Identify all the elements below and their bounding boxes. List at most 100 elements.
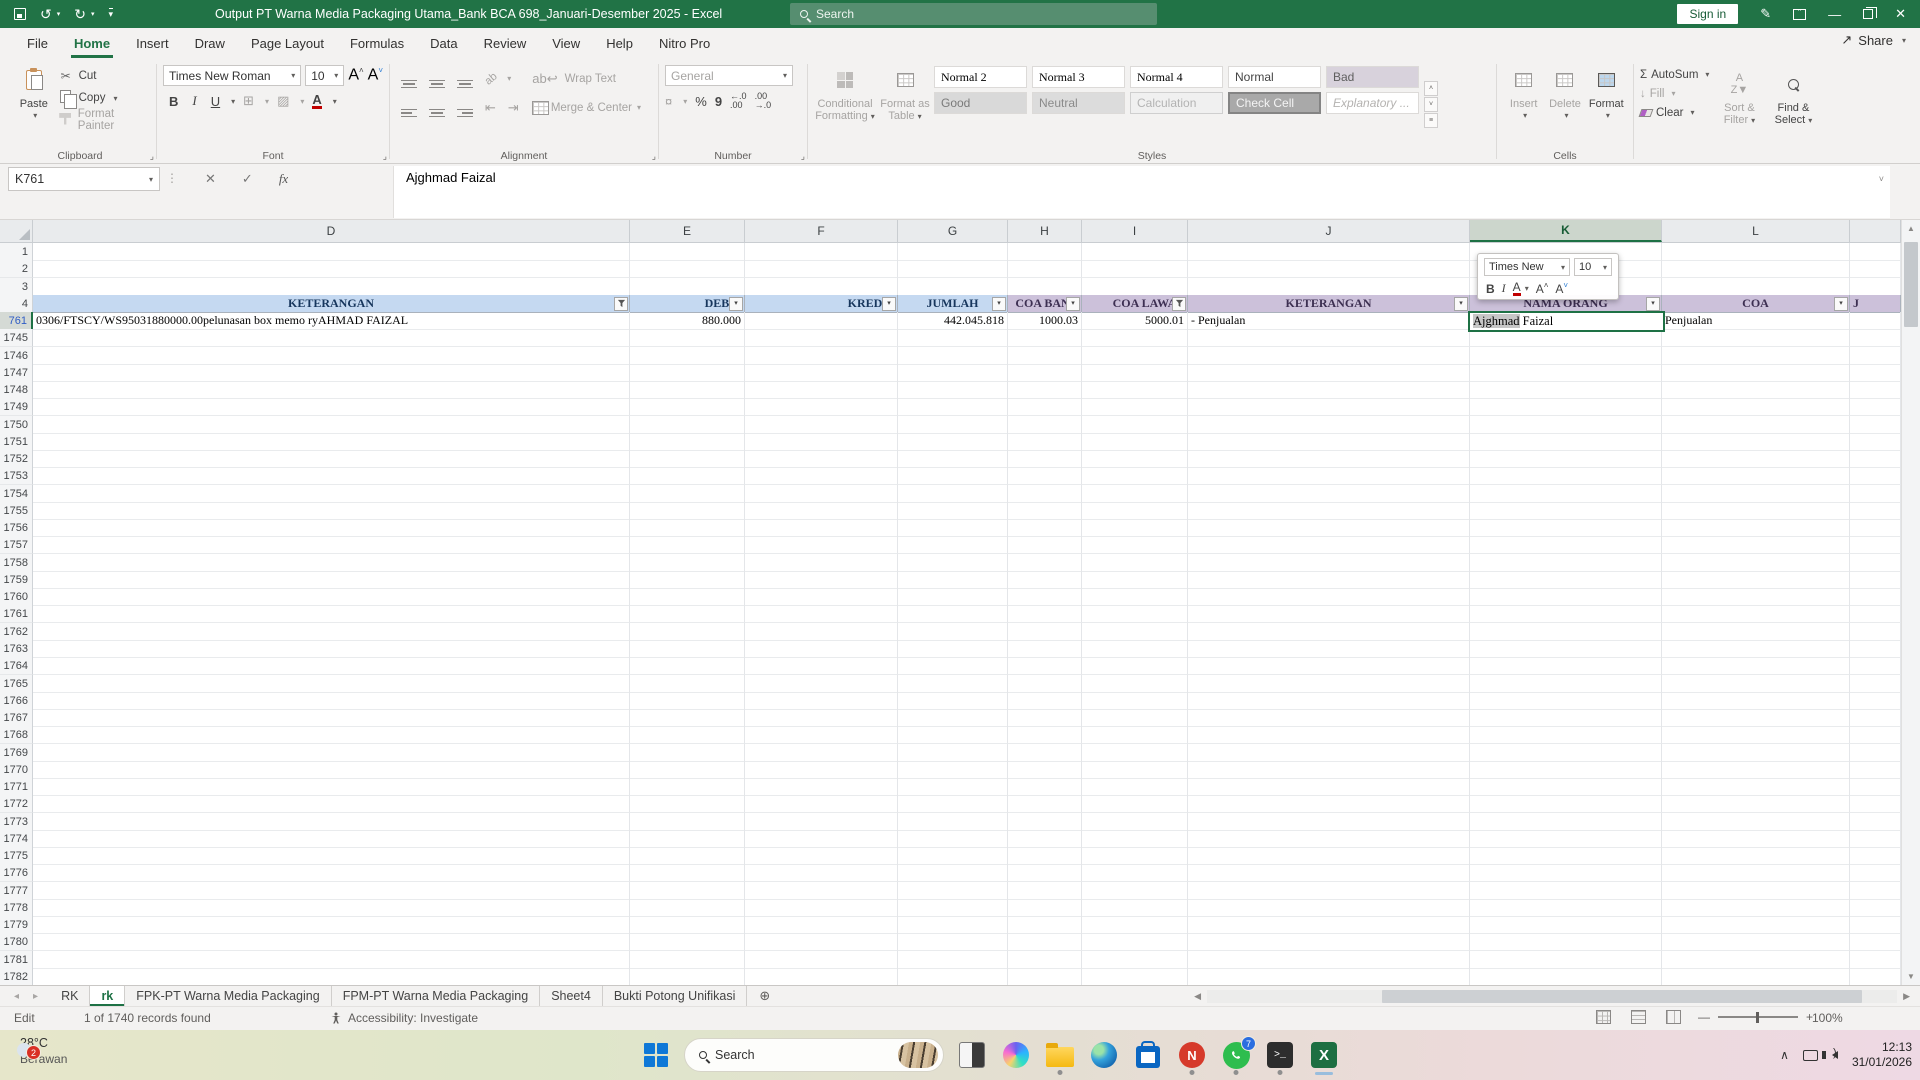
cell-I1778[interactable] bbox=[1082, 899, 1188, 917]
row-number-1745[interactable]: 1745 bbox=[0, 329, 33, 347]
row-number-1760[interactable]: 1760 bbox=[0, 588, 33, 606]
cell-G1749[interactable] bbox=[898, 398, 1008, 416]
cell-F1776[interactable] bbox=[745, 864, 898, 882]
row-number-1773[interactable]: 1773 bbox=[0, 813, 33, 831]
cell-J4[interactable]: KETERANGAN ▾ bbox=[1188, 295, 1470, 313]
cell-H1754[interactable] bbox=[1008, 485, 1082, 503]
display-device-icon[interactable] bbox=[1802, 1049, 1818, 1061]
cell-G1753[interactable] bbox=[898, 467, 1008, 485]
minimize-button[interactable]: — bbox=[1828, 7, 1841, 22]
cell-F1745[interactable] bbox=[745, 329, 898, 347]
taskbar-search-box[interactable]: Search bbox=[684, 1038, 944, 1072]
cell-L1770[interactable] bbox=[1662, 761, 1850, 779]
cell-J1776[interactable] bbox=[1188, 864, 1470, 882]
cell-G1777[interactable] bbox=[898, 882, 1008, 900]
cell-E1754[interactable] bbox=[630, 485, 745, 503]
cell-D1762[interactable] bbox=[33, 623, 630, 641]
cell-L1751[interactable] bbox=[1662, 433, 1850, 451]
cell-I1752[interactable] bbox=[1082, 450, 1188, 468]
cell-D1782[interactable] bbox=[33, 968, 630, 985]
cell-G1755[interactable] bbox=[898, 502, 1008, 520]
sheet-tab-fpm-pt-warna-media-packaging[interactable]: FPM-PT Warna Media Packaging bbox=[332, 986, 541, 1006]
column-header-I[interactable]: I bbox=[1082, 220, 1188, 242]
cell-K1759[interactable] bbox=[1470, 571, 1662, 589]
cell-I1773[interactable] bbox=[1082, 813, 1188, 831]
cell-L1774[interactable] bbox=[1662, 830, 1850, 848]
cell-L1767[interactable] bbox=[1662, 709, 1850, 727]
clear-button[interactable]: Clear ▾ bbox=[1638, 104, 1709, 121]
cell-H1[interactable] bbox=[1008, 243, 1082, 261]
cell-K1761[interactable] bbox=[1470, 605, 1662, 623]
cell-I1759[interactable] bbox=[1082, 571, 1188, 589]
cell-E1769[interactable] bbox=[630, 744, 745, 762]
cell-K1748[interactable] bbox=[1470, 381, 1662, 399]
cell-M1751[interactable] bbox=[1850, 433, 1901, 451]
name-box-dropdown-icon[interactable]: ▾ bbox=[149, 175, 153, 184]
share-button[interactable]: ↗ Share ▾ bbox=[1841, 32, 1906, 48]
cell-I1758[interactable] bbox=[1082, 554, 1188, 572]
cell-D1757[interactable] bbox=[33, 536, 630, 554]
menu-tab-data[interactable]: Data bbox=[417, 28, 470, 58]
cell-E1757[interactable] bbox=[630, 536, 745, 554]
menu-tab-nitro-pro[interactable]: Nitro Pro bbox=[646, 28, 723, 58]
cell-M1765[interactable] bbox=[1850, 675, 1901, 693]
cell-G1771[interactable] bbox=[898, 778, 1008, 796]
normal-view-icon[interactable] bbox=[1596, 1010, 1611, 1024]
cell-G2[interactable] bbox=[898, 260, 1008, 278]
cell-D761[interactable]: 0306/FTSCY/WS95031880000.00pelunasan box… bbox=[33, 312, 630, 330]
cell-D1755[interactable] bbox=[33, 502, 630, 520]
zoom-slider[interactable] bbox=[1718, 1011, 1798, 1023]
cell-D1769[interactable] bbox=[33, 744, 630, 762]
name-box[interactable]: K761 ▾ bbox=[8, 167, 160, 191]
cell-L1766[interactable] bbox=[1662, 692, 1850, 710]
underline-button[interactable]: U bbox=[205, 93, 226, 110]
cell-I1767[interactable] bbox=[1082, 709, 1188, 727]
cell-K1764[interactable] bbox=[1470, 657, 1662, 675]
cell-M1763[interactable] bbox=[1850, 640, 1901, 658]
cell-D2[interactable] bbox=[33, 260, 630, 278]
italic-button[interactable]: I bbox=[186, 92, 202, 110]
cell-H1756[interactable] bbox=[1008, 519, 1082, 537]
cell-I1777[interactable] bbox=[1082, 882, 1188, 900]
cell-D1[interactable] bbox=[33, 243, 630, 261]
cell-D1766[interactable] bbox=[33, 692, 630, 710]
row-number-1747[interactable]: 1747 bbox=[0, 364, 33, 382]
cell-M1756[interactable] bbox=[1850, 519, 1901, 537]
cell-E1745[interactable] bbox=[630, 329, 745, 347]
cell-F1751[interactable] bbox=[745, 433, 898, 451]
cell-M1766[interactable] bbox=[1850, 692, 1901, 710]
cell-I1749[interactable] bbox=[1082, 398, 1188, 416]
column-header-J[interactable]: J bbox=[1188, 220, 1470, 242]
row-number-1776[interactable]: 1776 bbox=[0, 864, 33, 882]
cell-G1764[interactable] bbox=[898, 657, 1008, 675]
cell-G1746[interactable] bbox=[898, 347, 1008, 365]
cell-G1751[interactable] bbox=[898, 433, 1008, 451]
cell-J1746[interactable] bbox=[1188, 347, 1470, 365]
cell-H1772[interactable] bbox=[1008, 795, 1082, 813]
cell-L1756[interactable] bbox=[1662, 519, 1850, 537]
cell-K1766[interactable] bbox=[1470, 692, 1662, 710]
menu-tab-draw[interactable]: Draw bbox=[182, 28, 238, 58]
cell-L1746[interactable] bbox=[1662, 347, 1850, 365]
speaker-icon[interactable] bbox=[1821, 1047, 1838, 1059]
cell-D1764[interactable] bbox=[33, 657, 630, 675]
cell-M1760[interactable] bbox=[1850, 588, 1901, 606]
cell-I1781[interactable] bbox=[1082, 951, 1188, 969]
menu-tab-review[interactable]: Review bbox=[471, 28, 540, 58]
cell-K1775[interactable] bbox=[1470, 847, 1662, 865]
cell-I1780[interactable] bbox=[1082, 933, 1188, 951]
cell-F1754[interactable] bbox=[745, 485, 898, 503]
zoom-level[interactable]: 100% bbox=[1812, 1011, 1843, 1025]
cell-H1777[interactable] bbox=[1008, 882, 1082, 900]
align-left-icon[interactable] bbox=[396, 96, 422, 119]
select-all-corner[interactable] bbox=[0, 220, 33, 242]
cell-F1758[interactable] bbox=[745, 554, 898, 572]
edit-cell-K761[interactable]: Ajghmad Faizal bbox=[1468, 311, 1665, 332]
formula-bar-input[interactable]: Ajghmad Faizal ˅ bbox=[393, 166, 1890, 218]
cell-F1[interactable] bbox=[745, 243, 898, 261]
cell-G1757[interactable] bbox=[898, 536, 1008, 554]
horizontal-scroll-thumb[interactable] bbox=[1382, 990, 1863, 1003]
cell-style-normal-4[interactable]: Normal 4 bbox=[1130, 66, 1223, 88]
cell-M1762[interactable] bbox=[1850, 623, 1901, 641]
cell-L1776[interactable] bbox=[1662, 864, 1850, 882]
